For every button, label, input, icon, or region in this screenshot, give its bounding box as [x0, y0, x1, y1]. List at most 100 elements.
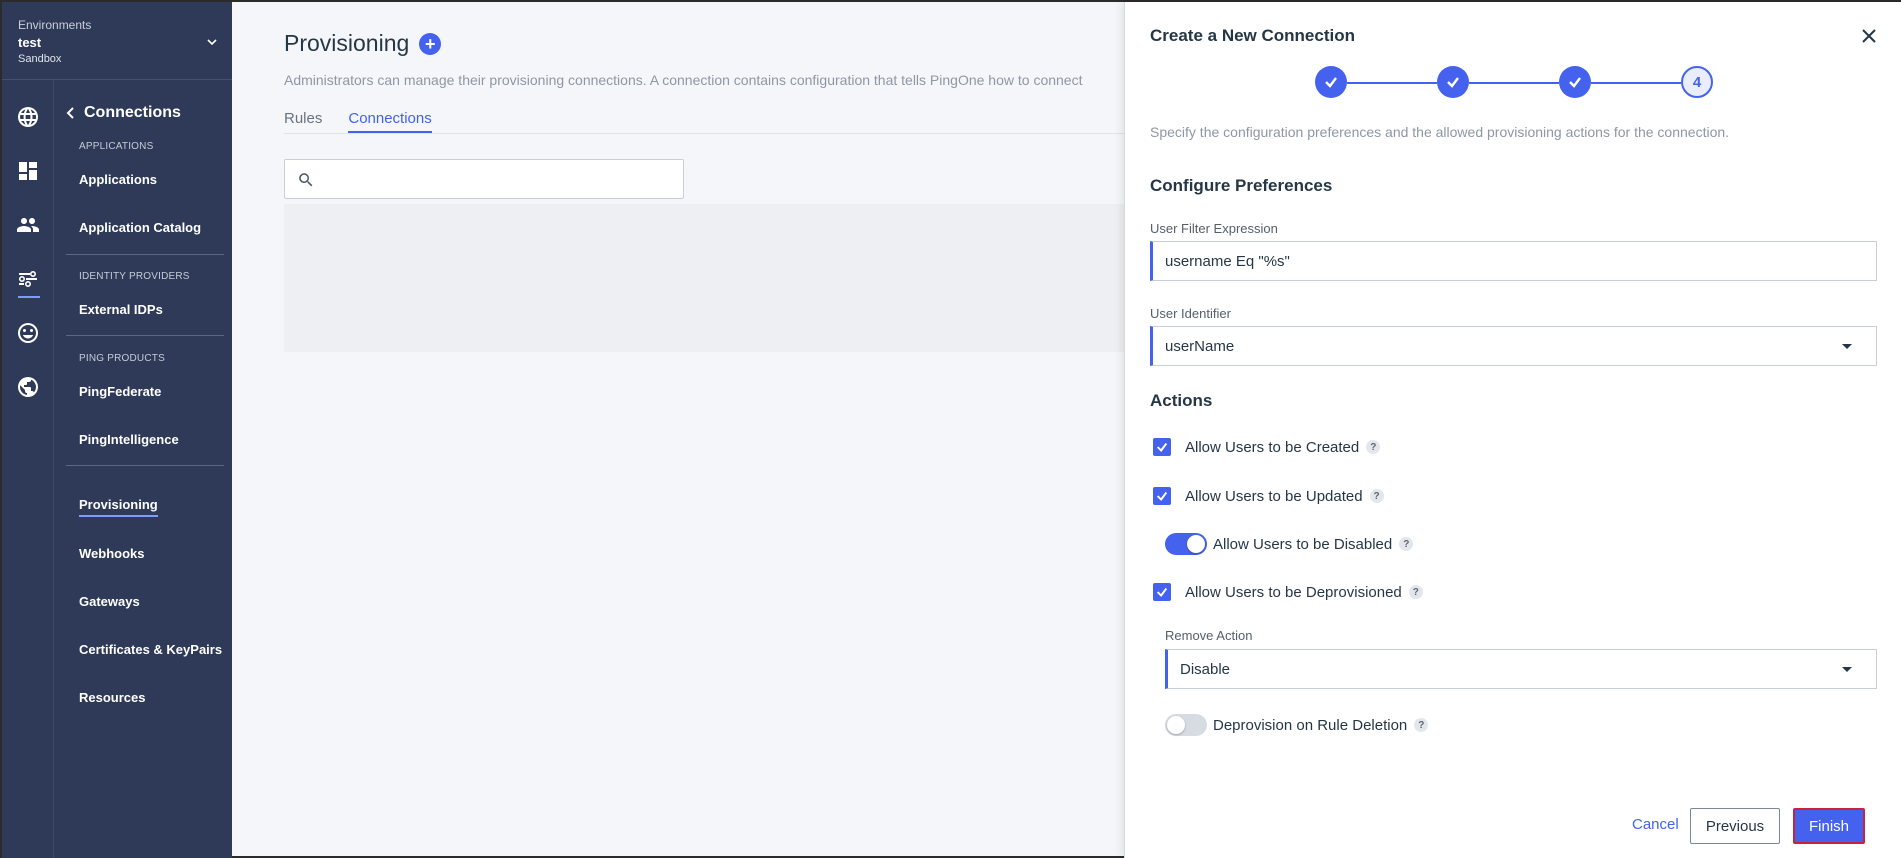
sidebar-item-pingfederate[interactable]: PingFederate — [79, 384, 161, 399]
allow-deprovisioned-label: Allow Users to be Deprovisioned — [1185, 583, 1402, 601]
step-3-complete — [1559, 66, 1591, 98]
panel-description: Specify the configuration preferences an… — [1150, 124, 1730, 140]
close-icon[interactable] — [1861, 28, 1877, 44]
allow-disabled-label: Allow Users to be Disabled — [1213, 535, 1393, 553]
nav-divider — [66, 254, 224, 255]
help-icon[interactable]: ? — [1369, 489, 1384, 503]
check-icon — [1569, 77, 1581, 88]
allow-disabled-row[interactable]: Allow Users to be Disabled ? — [1165, 533, 1414, 555]
rail-active-indicator — [18, 296, 40, 298]
panel-title: Create a New Connection — [1150, 26, 1355, 45]
side-nav: Connections APPLICATIONS Applications Ap… — [54, 80, 232, 858]
tab-connections[interactable]: Connections — [348, 110, 432, 133]
remove-action-select[interactable]: Disable — [1165, 649, 1877, 689]
user-filter-field[interactable]: username Eq "%s" — [1150, 241, 1877, 281]
configure-preferences-heading: Configure Preferences — [1150, 176, 1333, 195]
environment-selector[interactable]: Environments test Sandbox — [2, 2, 232, 80]
sidebar-item-resources[interactable]: Resources — [79, 690, 145, 705]
connections-list-placeholder — [284, 204, 1124, 352]
caret-down-icon — [1842, 344, 1852, 349]
nav-section-applications: APPLICATIONS — [79, 141, 154, 152]
help-icon[interactable]: ? — [1414, 718, 1429, 732]
toggle-knob — [1187, 535, 1205, 553]
toggle-knob — [1167, 716, 1185, 734]
help-icon[interactable]: ? — [1408, 585, 1423, 599]
chevron-down-icon — [207, 39, 217, 46]
chevron-left-icon — [66, 107, 74, 119]
connections-icon[interactable] — [16, 267, 40, 291]
create-connection-panel: Create a New Connection 4 Specify the co… — [1124, 2, 1901, 858]
user-filter-label: User Filter Expression — [1150, 221, 1278, 236]
cancel-button[interactable]: Cancel — [1632, 816, 1679, 833]
environment-type: Sandbox — [18, 53, 62, 65]
tab-rules[interactable]: Rules — [284, 110, 322, 133]
allow-created-row[interactable]: Allow Users to be Created ? — [1153, 438, 1381, 456]
sidebar-item-certificates[interactable]: Certificates & KeyPairs — [79, 642, 222, 657]
world-icon[interactable] — [16, 375, 40, 399]
tabs-divider — [284, 133, 1124, 134]
allow-disabled-toggle[interactable] — [1165, 533, 1207, 555]
icon-rail — [2, 2, 54, 858]
user-identifier-label: User Identifier — [1150, 306, 1231, 321]
step-indicator: 4 — [1315, 66, 1725, 100]
tabs: Rules Connections — [284, 110, 432, 133]
search-icon — [299, 173, 313, 187]
previous-button[interactable]: Previous — [1690, 808, 1780, 844]
caret-down-icon — [1842, 667, 1852, 672]
step-2-complete — [1437, 66, 1469, 98]
nav-divider — [66, 335, 224, 336]
allow-updated-label: Allow Users to be Updated — [1185, 487, 1363, 505]
allow-deprovisioned-row[interactable]: Allow Users to be Deprovisioned ? — [1153, 583, 1423, 601]
sidebar-item-webhooks[interactable]: Webhooks — [79, 546, 145, 561]
nav-divider — [66, 465, 224, 466]
sidebar-item-gateways[interactable]: Gateways — [79, 594, 140, 609]
step-connector — [1591, 82, 1681, 84]
remove-action-value: Disable — [1180, 661, 1231, 678]
help-icon[interactable]: ? — [1399, 537, 1414, 551]
sidebar-item-provisioning[interactable]: Provisioning — [79, 497, 158, 517]
allow-created-label: Allow Users to be Created — [1185, 438, 1360, 456]
sidebar-item-pingintelligence[interactable]: PingIntelligence — [79, 432, 179, 447]
nav-section-ping-products: PING PRODUCTS — [79, 353, 165, 364]
sidebar-item-application-catalog[interactable]: Application Catalog — [79, 220, 201, 235]
step-1-complete — [1315, 66, 1347, 98]
step-4-current: 4 — [1681, 66, 1713, 98]
page-title: Provisioning + — [284, 30, 442, 57]
step-connector — [1347, 82, 1437, 84]
step-connector — [1469, 82, 1559, 84]
check-icon — [1325, 77, 1337, 88]
actions-heading: Actions — [1150, 391, 1213, 410]
nav-back-label: Connections — [84, 104, 181, 121]
finish-button[interactable]: Finish — [1793, 808, 1865, 844]
user-identifier-select[interactable]: userName — [1150, 326, 1877, 366]
check-icon — [1156, 442, 1168, 452]
page-title-text: Provisioning — [284, 30, 410, 56]
allow-updated-checkbox[interactable] — [1153, 487, 1171, 505]
help-icon[interactable]: ? — [1366, 440, 1381, 454]
sidebar-item-external-idps[interactable]: External IDPs — [79, 302, 163, 317]
check-icon — [1156, 587, 1168, 597]
allow-created-checkbox[interactable] — [1153, 438, 1171, 456]
allow-deprovisioned-checkbox[interactable] — [1153, 583, 1171, 601]
sidebar-item-applications[interactable]: Applications — [79, 172, 157, 187]
deprovision-on-rule-deletion-label: Deprovision on Rule Deletion — [1213, 716, 1408, 734]
deprovision-on-rule-deletion-toggle[interactable] — [1165, 714, 1207, 736]
back-to-connections[interactable]: Connections — [66, 104, 181, 122]
user-identifier-value: userName — [1165, 338, 1235, 355]
page-description: Administrators can manage their provisio… — [284, 72, 1083, 88]
check-icon — [1156, 491, 1168, 501]
deprovision-on-rule-deletion-row[interactable]: Deprovision on Rule Deletion ? — [1165, 714, 1429, 736]
check-icon — [1447, 77, 1459, 88]
environment-label: Environments — [18, 18, 92, 32]
users-icon[interactable] — [16, 213, 40, 237]
add-connection-button[interactable]: + — [419, 32, 442, 55]
nav-section-identity-providers: IDENTITY PROVIDERS — [79, 271, 190, 282]
allow-updated-row[interactable]: Allow Users to be Updated ? — [1153, 487, 1384, 505]
globe-icon[interactable] — [16, 105, 40, 129]
remove-action-label: Remove Action — [1165, 628, 1253, 643]
experiences-icon[interactable] — [16, 321, 40, 345]
environment-name: test — [18, 35, 42, 50]
search-input[interactable] — [284, 159, 684, 199]
main-content: Provisioning + Administrators can manage… — [232, 2, 1124, 858]
dashboard-icon[interactable] — [16, 159, 40, 183]
